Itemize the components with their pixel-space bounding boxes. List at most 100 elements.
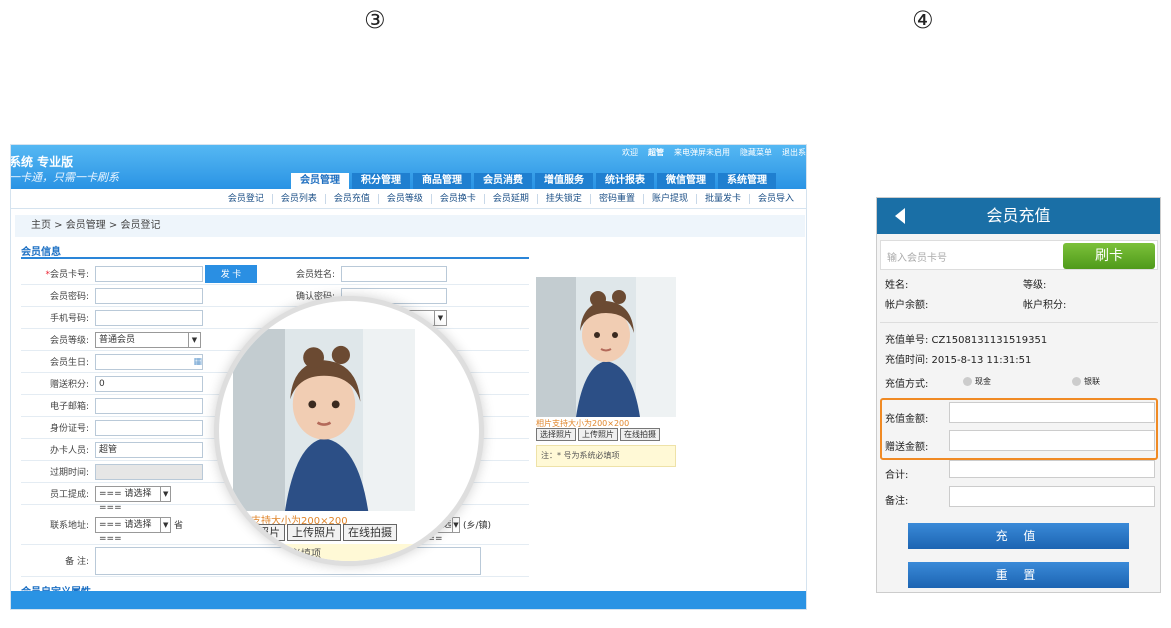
- user-name: 超管: [648, 148, 664, 157]
- step-marker-3: ③: [364, 6, 386, 34]
- operator-input[interactable]: 超管: [95, 441, 203, 458]
- tab-value-added[interactable]: 增值服务: [535, 173, 593, 189]
- recharge-button[interactable]: 充 值: [908, 523, 1129, 549]
- amount-label: 充值金额:: [885, 414, 929, 425]
- subnav-lock[interactable]: 挂失锁定: [536, 193, 590, 204]
- section-title: 会员信息: [21, 247, 61, 258]
- tab-goods-mgmt[interactable]: 商品管理: [413, 173, 471, 189]
- subnav-change-card[interactable]: 会员换卡: [430, 193, 484, 204]
- email-label: 电子邮箱:: [49, 402, 89, 412]
- name-label: 会员姓名:: [295, 270, 335, 280]
- subnav-batch-issue[interactable]: 批量发卡: [695, 193, 749, 204]
- subnav-level[interactable]: 会员等级: [377, 193, 431, 204]
- choose-photo-button[interactable]: 选择照片: [536, 428, 576, 441]
- child-photo-image: [536, 277, 676, 417]
- zoom-online-capture-button[interactable]: 在线拍摄: [343, 524, 397, 541]
- expire-input: [95, 463, 203, 480]
- chevron-down-icon: ▼: [451, 517, 459, 532]
- brand-slogan: 一卡通，只需一卡刷系: [10, 171, 119, 184]
- gift-points-label: 赠送积分:: [49, 380, 89, 390]
- online-capture-button[interactable]: 在线拍摄: [620, 428, 660, 441]
- method-cash-radio[interactable]: 现金: [963, 376, 991, 387]
- card-no-input[interactable]: 输入会员卡号: [887, 249, 947, 264]
- phone-input[interactable]: [95, 309, 203, 326]
- chevron-down-icon: ▼: [160, 517, 170, 532]
- app-footer-bar: [11, 591, 806, 609]
- caller-popup-link[interactable]: 来电弹屏未启用: [674, 147, 730, 158]
- birthday-input[interactable]: ▦: [95, 353, 203, 370]
- id-no-input[interactable]: [95, 419, 203, 436]
- form-row-card: *会员卡号: 发 卡 会员姓名:: [21, 263, 529, 285]
- id-no-label: 身份证号:: [49, 424, 89, 434]
- subnav-import[interactable]: 会员导入: [748, 193, 802, 204]
- subnav-register[interactable]: 会员登记: [220, 194, 272, 204]
- reset-button[interactable]: 重 置: [908, 562, 1129, 588]
- magnifier-callout: 相片支持大小为200×200 选择照片 上传照片 在线拍摄 为系统必填项: [214, 296, 484, 566]
- points-label: 帐户积分:: [1023, 300, 1067, 311]
- level-select[interactable]: 普通会员 ▼: [95, 331, 201, 348]
- subnav-reset-pwd[interactable]: 密码重置: [589, 193, 643, 204]
- app-header: 系统 专业版 一卡通，只需一卡刷系 欢迎 超管 来电弹屏未启用 隐藏菜单 退出系…: [11, 145, 806, 189]
- gift-amount-input[interactable]: [949, 430, 1155, 451]
- method-union-radio[interactable]: 银联: [1072, 376, 1100, 387]
- password-input[interactable]: [95, 287, 203, 304]
- mobile-title: 会员充值: [986, 206, 1051, 225]
- tab-member-mgmt[interactable]: 会员管理: [291, 173, 349, 189]
- town-suffix: (乡/镇): [463, 521, 492, 531]
- hide-menu-link[interactable]: 隐藏菜单: [740, 147, 772, 158]
- email-input[interactable]: [95, 397, 203, 414]
- issue-card-button[interactable]: 发 卡: [205, 264, 257, 283]
- subnav-withdraw[interactable]: 账户提现: [642, 193, 696, 204]
- level-value: 普通会员: [99, 334, 136, 345]
- card-no-input[interactable]: [95, 265, 203, 282]
- breadcrumb: 主页 > 会员管理 > 会员登记: [15, 215, 805, 237]
- zoom-choose-photo-button[interactable]: 选择照片: [231, 524, 285, 541]
- welcome-text: 欢迎: [622, 148, 638, 157]
- back-arrow-icon[interactable]: [895, 208, 905, 224]
- remark-input[interactable]: [949, 486, 1155, 507]
- remark-label: 备注:: [885, 496, 909, 507]
- level-label: 等级:: [1023, 280, 1047, 291]
- form-row-password: 会员密码: 确认密码:: [21, 285, 529, 307]
- method-label: 充值方式:: [885, 379, 929, 390]
- recharge-time: 充值时间: 2015-8-13 11:31:51: [885, 355, 1032, 366]
- tab-points-mgmt[interactable]: 积分管理: [352, 173, 410, 189]
- logout-link[interactable]: 退出系: [782, 147, 806, 158]
- birthday-label: 会员生日:: [49, 358, 89, 368]
- order-no: 充值单号: CZ1508131131519351: [885, 335, 1048, 346]
- tab-system-mgmt[interactable]: 系统管理: [718, 173, 776, 189]
- zoom-upload-photo-button[interactable]: 上传照片: [287, 524, 341, 541]
- top-links: 欢迎 超管 来电弹屏未启用 隐藏菜单 退出系: [622, 147, 806, 158]
- subnav-extend[interactable]: 会员延期: [483, 193, 537, 204]
- section-divider: [21, 257, 529, 259]
- commission-select[interactable]: === 请选择 === ▼: [95, 485, 171, 513]
- chevron-down-icon: ▼: [188, 332, 200, 347]
- tab-wechat-mgmt[interactable]: 微信管理: [657, 173, 715, 189]
- radio-icon: [963, 377, 972, 386]
- name-input[interactable]: [341, 265, 447, 282]
- subnav-recharge[interactable]: 会员充值: [324, 193, 378, 204]
- child-photo-zoom-image: [233, 329, 415, 511]
- province-suffix: 省: [174, 521, 184, 531]
- password-label: 会员密码:: [49, 292, 89, 302]
- province-select[interactable]: === 请选择 === ▼: [95, 516, 171, 544]
- upload-photo-button[interactable]: 上传照片: [578, 428, 618, 441]
- expire-label: 过期时间:: [49, 468, 89, 478]
- swipe-card-button[interactable]: 刷卡: [1063, 243, 1155, 269]
- tab-member-consume[interactable]: 会员消费: [474, 173, 532, 189]
- chevron-down-icon: ▼: [434, 310, 446, 325]
- subnav-list[interactable]: 会员列表: [271, 193, 325, 204]
- radio-icon: [1072, 377, 1081, 386]
- step-marker-4: ④: [912, 6, 934, 34]
- address-label: 联系地址:: [49, 521, 89, 531]
- tab-reports[interactable]: 统计报表: [596, 173, 654, 189]
- phone-label: 手机号码:: [49, 314, 89, 324]
- remark-label: 备 注:: [65, 557, 89, 567]
- mobile-recharge-screen: 会员充值 输入会员卡号 刷卡 姓名: 等级: 帐户余额: 帐户积分: 充值单号:…: [876, 197, 1161, 593]
- brand-title: 系统 专业版: [10, 155, 74, 169]
- operator-label: 办卡人员:: [49, 446, 89, 456]
- card-no-label: 会员卡号:: [49, 270, 89, 280]
- amount-input[interactable]: [949, 402, 1155, 423]
- total-input[interactable]: [949, 460, 1155, 478]
- gift-points-input[interactable]: 0: [95, 375, 203, 392]
